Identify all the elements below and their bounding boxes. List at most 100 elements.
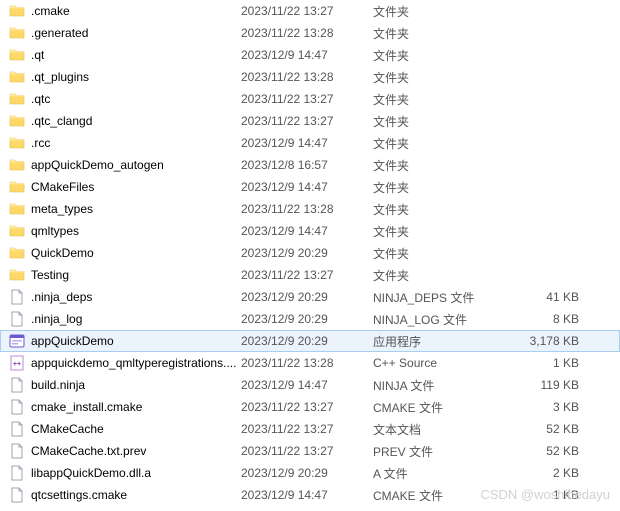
type-cell: CMAKE 文件 — [373, 487, 501, 504]
file-name: .qt — [31, 48, 44, 62]
date-cell: 2023/11/22 13:28 — [241, 356, 373, 370]
type-cell: 文件夹 — [373, 3, 501, 20]
folder-icon — [9, 245, 25, 261]
file-row[interactable]: .cmake2023/11/22 13:27文件夹 — [0, 0, 620, 22]
file-row[interactable]: QuickDemo2023/12/9 20:29文件夹 — [0, 242, 620, 264]
file-row[interactable]: cmake_install.cmake 2023/11/22 13:27CMAKE… — [0, 396, 620, 418]
name-cell: cmake_install.cmake — [9, 399, 241, 415]
date-cell: 2023/11/22 13:28 — [241, 70, 373, 84]
file-icon — [9, 289, 25, 305]
size-cell: 3,178 KB — [501, 334, 591, 348]
file-icon — [9, 399, 25, 415]
file-row[interactable]: .ninja_log2023/12/9 20:29NINJA_LOG 文件8 K… — [0, 308, 620, 330]
folder-icon — [9, 223, 25, 239]
file-row[interactable]: .qtc 2023/11/22 13:27文件夹 — [0, 88, 620, 110]
name-cell: build.ninja — [9, 377, 241, 393]
file-row[interactable]: appQuickDemo2023/12/9 20:29应用程序3,178 KB — [0, 330, 620, 352]
file-row[interactable]: libappQuickDemo.dll.a2023/12/9 20:29A 文件… — [0, 462, 620, 484]
file-name: .qtc_clangd — [31, 114, 92, 128]
date-cell: 2023/12/9 14:47 — [241, 48, 373, 62]
date-cell: 2023/12/9 20:29 — [241, 290, 373, 304]
type-cell: 文件夹 — [373, 69, 501, 86]
name-cell: ++ appquickdemo_qmltyperegistrations.... — [9, 355, 241, 371]
file-icon — [9, 443, 25, 459]
file-icon — [9, 487, 25, 503]
file-row[interactable]: qtcsettings.cmake2023/12/9 14:47CMAKE 文件… — [0, 484, 620, 506]
type-cell: 文件夹 — [373, 135, 501, 152]
type-cell: 文件夹 — [373, 47, 501, 64]
svg-text:++: ++ — [13, 361, 21, 368]
file-name: cmake_install.cmake — [31, 400, 142, 414]
folder-icon — [9, 135, 25, 151]
type-cell: 文本文档 — [373, 421, 501, 438]
exe-icon — [9, 333, 25, 349]
size-cell: 8 KB — [501, 312, 591, 326]
name-cell: .qtc — [9, 91, 241, 107]
name-cell: CMakeCache — [9, 421, 241, 437]
file-row[interactable]: .ninja_deps2023/12/9 20:29NINJA_DEPS 文件4… — [0, 286, 620, 308]
name-cell: appQuickDemo — [9, 333, 241, 349]
name-cell: appQuickDemo_autogen — [9, 157, 241, 173]
type-cell: 文件夹 — [373, 25, 501, 42]
type-cell: NINJA_LOG 文件 — [373, 311, 501, 328]
file-name: .qtc — [31, 92, 50, 106]
file-row[interactable]: meta_types2023/11/22 13:28文件夹 — [0, 198, 620, 220]
name-cell: Testing — [9, 267, 241, 283]
date-cell: 2023/11/22 13:27 — [241, 444, 373, 458]
name-cell: libappQuickDemo.dll.a — [9, 465, 241, 481]
folder-icon — [9, 69, 25, 85]
name-cell: .cmake — [9, 3, 241, 19]
file-row[interactable]: appQuickDemo_autogen2023/12/8 16:57文件夹 — [0, 154, 620, 176]
file-row[interactable]: .rcc 2023/12/9 14:47文件夹 — [0, 132, 620, 154]
name-cell: QuickDemo — [9, 245, 241, 261]
folder-icon — [9, 91, 25, 107]
date-cell: 2023/11/22 13:28 — [241, 202, 373, 216]
folder-icon — [9, 157, 25, 173]
file-row[interactable]: .qt_plugins2023/11/22 13:28文件夹 — [0, 66, 620, 88]
date-cell: 2023/11/22 13:27 — [241, 422, 373, 436]
file-name: .rcc — [31, 136, 50, 150]
type-cell: NINJA 文件 — [373, 377, 501, 394]
date-cell: 2023/11/22 13:27 — [241, 114, 373, 128]
type-cell: 应用程序 — [373, 333, 501, 350]
date-cell: 2023/12/9 20:29 — [241, 246, 373, 260]
folder-icon — [9, 113, 25, 129]
file-row[interactable]: Testing2023/11/22 13:27文件夹 — [0, 264, 620, 286]
name-cell: CMakeFiles — [9, 179, 241, 195]
folder-icon — [9, 267, 25, 283]
name-cell: .generated — [9, 25, 241, 41]
file-row[interactable]: CMakeCache.txt.prev 2023/11/22 13:27PREV … — [0, 440, 620, 462]
date-cell: 2023/11/22 13:27 — [241, 400, 373, 414]
name-cell: .rcc — [9, 135, 241, 151]
file-row[interactable]: qmltypes2023/12/9 14:47文件夹 — [0, 220, 620, 242]
file-name: CMakeCache.txt.prev — [31, 444, 146, 458]
file-row[interactable]: .qtc_clangd2023/11/22 13:27文件夹 — [0, 110, 620, 132]
type-cell: 文件夹 — [373, 201, 501, 218]
file-name: .cmake — [31, 4, 70, 18]
size-cell: 1 KB — [501, 356, 591, 370]
type-cell: NINJA_DEPS 文件 — [373, 289, 501, 306]
file-name: appquickdemo_qmltyperegistrations.... — [31, 356, 236, 370]
file-icon — [9, 311, 25, 327]
file-icon — [9, 421, 25, 437]
file-row[interactable]: .qt 2023/12/9 14:47文件夹 — [0, 44, 620, 66]
date-cell: 2023/12/9 14:47 — [241, 136, 373, 150]
type-cell: 文件夹 — [373, 179, 501, 196]
size-cell: 1 KB — [501, 488, 591, 502]
type-cell: 文件夹 — [373, 91, 501, 108]
file-row[interactable]: .generated2023/11/22 13:28文件夹 — [0, 22, 620, 44]
date-cell: 2023/11/22 13:27 — [241, 92, 373, 106]
file-name: .ninja_log — [31, 312, 82, 326]
date-cell: 2023/12/9 20:29 — [241, 466, 373, 480]
file-row[interactable]: CMakeFiles2023/12/9 14:47文件夹 — [0, 176, 620, 198]
file-row[interactable]: ++ appquickdemo_qmltyperegistrations.... 2… — [0, 352, 620, 374]
folder-icon — [9, 201, 25, 217]
file-row[interactable]: CMakeCache2023/11/22 13:27文本文档52 KB — [0, 418, 620, 440]
date-cell: 2023/12/9 14:47 — [241, 378, 373, 392]
folder-icon — [9, 25, 25, 41]
type-cell: CMAKE 文件 — [373, 399, 501, 416]
file-row[interactable]: build.ninja2023/12/9 14:47NINJA 文件119 KB — [0, 374, 620, 396]
type-cell: PREV 文件 — [373, 443, 501, 460]
size-cell: 3 KB — [501, 400, 591, 414]
name-cell: qmltypes — [9, 223, 241, 239]
